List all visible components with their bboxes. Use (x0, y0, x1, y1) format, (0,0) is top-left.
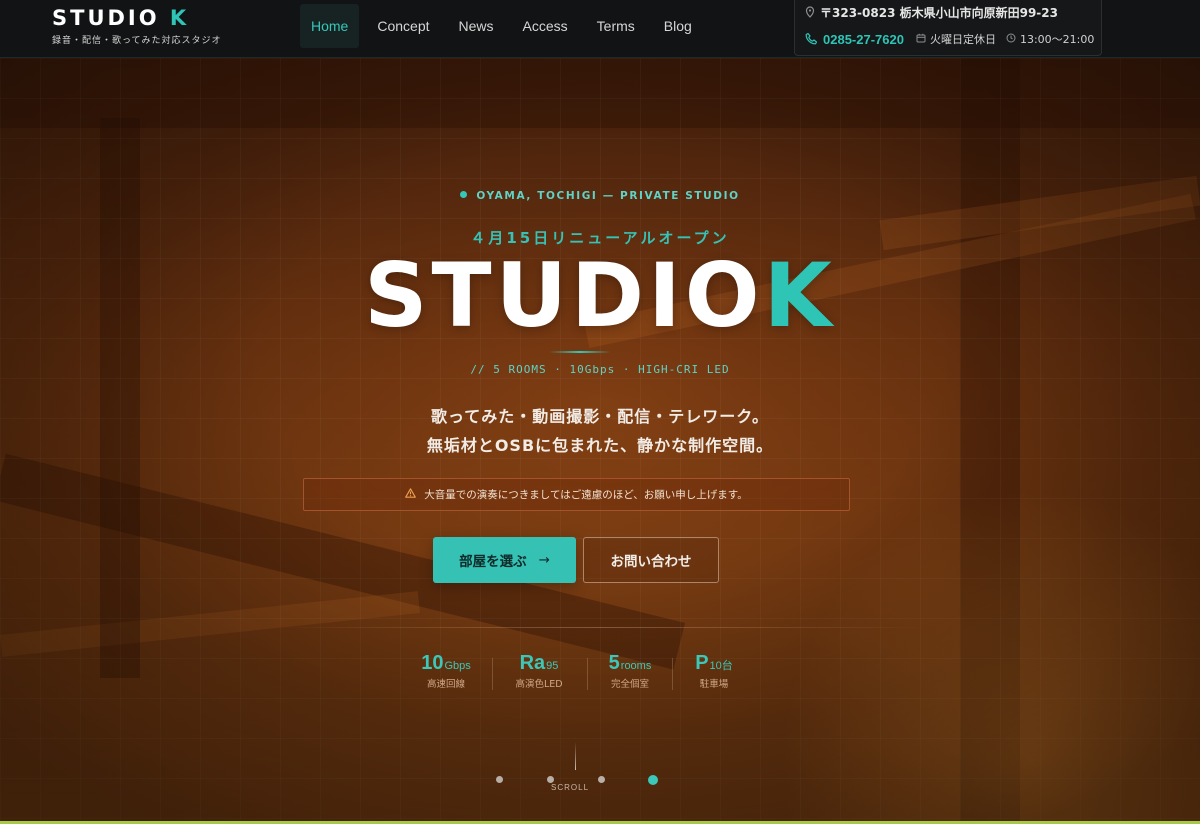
stat-value: Ra95 (519, 652, 559, 674)
hero-title: STUDIOK (364, 244, 836, 347)
notice-text: 大音量での演奏につきましてはご遠慮のほど、お願い申し上げます。 (424, 489, 748, 501)
scroll-label: SCROLL (551, 783, 590, 792)
closed-day-text: 火曜日定休日 (929, 33, 996, 46)
stat-value: 10Gbps (421, 652, 471, 674)
calendar-icon (916, 33, 926, 45)
stat-rooms: 5rooms 完全個室 (584, 652, 676, 690)
scroll-indicator-line (575, 742, 576, 770)
slide-dot-2[interactable] (547, 776, 554, 783)
stat-parking: P10台 駐車場 (668, 652, 760, 690)
slide-dot-3[interactable] (598, 776, 605, 783)
stats-row: 10Gbps 高速回線 Ra95 高演色LED 5rooms 完全個室 P10台… (400, 652, 800, 702)
contact-row: 0285-27-7620 火曜日定休日 13:00〜21:00 (805, 31, 1104, 47)
stat-value: P10台 (695, 652, 733, 674)
logo-tagline: 録音・配信・歌ってみた対応スタジオ (52, 36, 222, 46)
address-text: 〒323-0823 栃木県小山市向原新田99-23 (820, 6, 1058, 20)
arrow-right-icon: → (538, 552, 550, 568)
contact-info-box: 〒323-0823 栃木県小山市向原新田99-23 0285-27-7620 火… (794, 0, 1102, 56)
phone-icon (805, 32, 818, 47)
stat-label: 駐車場 (699, 679, 729, 690)
hours-text: 13:00〜21:00 (1019, 33, 1095, 46)
map-pin-icon (805, 5, 815, 20)
stat-label: 完全個室 (610, 679, 649, 690)
title-underline (549, 351, 611, 353)
contact-button[interactable]: お問い合わせ (583, 537, 719, 583)
slide-dot-1[interactable] (496, 776, 503, 783)
warning-icon (405, 488, 417, 501)
nav-item-blog[interactable]: Blog (653, 4, 703, 48)
nav-item-access[interactable]: Access (512, 4, 579, 48)
nav-item-news[interactable]: News (448, 4, 505, 48)
logo-title: STUDIO K (52, 6, 190, 30)
stats-divider (280, 627, 924, 628)
main-nav: Home Concept News Access Terms Blog (300, 4, 710, 48)
choose-room-label: 部屋を選ぶ (459, 554, 527, 570)
clock-icon (1006, 33, 1016, 45)
nav-item-terms[interactable]: Terms (586, 4, 646, 48)
hero-specs: // 5 ROOMS · 10Gbps · HIGH-CRI LED (470, 363, 730, 376)
site-header: STUDIO K 録音・配信・歌ってみた対応スタジオ Home Concept … (0, 0, 1200, 58)
hero-lead-line-2: 無垢材とOSBに包まれた、静かな制作空間。 (426, 436, 774, 455)
nav-item-home[interactable]: Home (300, 4, 360, 48)
volume-notice: 大音量での演奏につきましてはご遠慮のほど、お願い申し上げます。 (303, 478, 850, 511)
site-logo[interactable]: STUDIO K 録音・配信・歌ってみた対応スタジオ (52, 6, 222, 46)
stat-label: 高演色LED (515, 679, 563, 690)
stat-value: 5rooms (608, 652, 652, 674)
address-row: 〒323-0823 栃木県小山市向原新田99-23 (805, 4, 1058, 21)
choose-room-button[interactable]: 部屋を選ぶ → (433, 537, 576, 583)
slide-dot-4[interactable] (648, 775, 658, 785)
stat-label: 高速回線 (426, 679, 465, 690)
stat-lighting: Ra95 高演色LED (493, 652, 585, 690)
hero-eyebrow: OYAMA, TOCHIGI — PRIVATE STUDIO (0, 190, 1200, 202)
phone-link[interactable]: 0285-27-7620 (823, 32, 904, 47)
hero-lead-line-1: 歌ってみた・動画撮影・配信・テレワーク。 (431, 407, 769, 426)
stat-bandwidth: 10Gbps 高速回線 (400, 652, 492, 690)
nav-item-concept[interactable]: Concept (366, 4, 440, 48)
eyebrow-dot-icon (460, 191, 468, 198)
